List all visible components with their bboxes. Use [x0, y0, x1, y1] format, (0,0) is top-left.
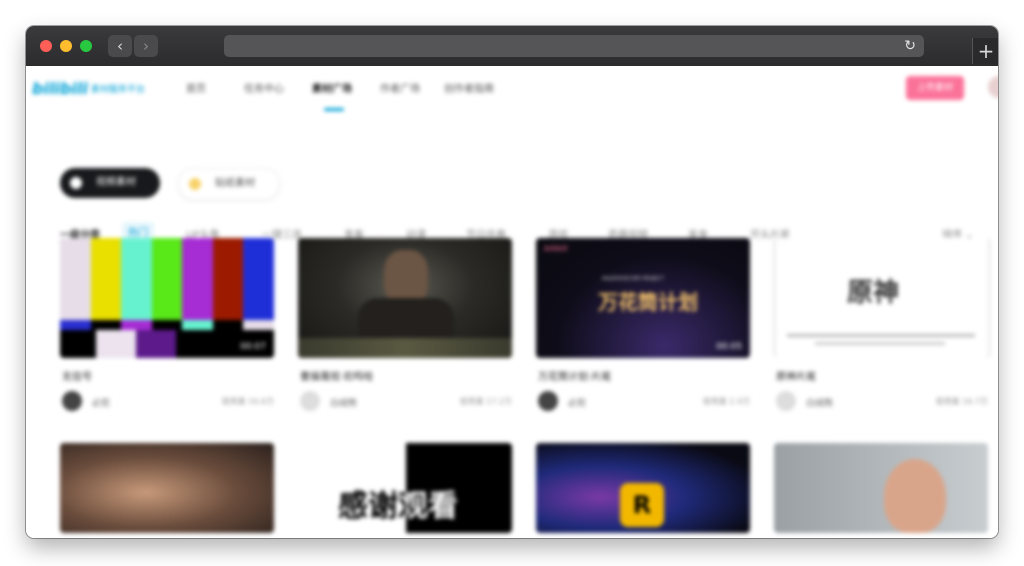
- card-title[interactable]: 曹操蔑视·欢鸣哈: [300, 368, 373, 383]
- card-usage: 使用量 2.4万: [702, 397, 750, 406]
- sticker-material-toggle[interactable]: 贴纸素材: [178, 168, 280, 200]
- card-author[interactable]: 白绒熊: [330, 396, 357, 409]
- card-usage: 使用量 17.2万: [459, 397, 512, 406]
- color-bars-mid: [60, 320, 274, 330]
- bilibili-watermark: bilibili: [544, 244, 568, 253]
- kaleidoscope-title: 万花筒计划: [598, 290, 698, 314]
- card-title[interactable]: 万花筒计划·片尾: [538, 368, 611, 383]
- blurred-content: bilibili 素材服务平台 首页 任务中心 素材广场 作者广场 创作者指南 …: [26, 66, 998, 538]
- card-usage: 使用量 16.7万: [935, 397, 988, 406]
- site-header: bilibili 素材服务平台 首页 任务中心 素材广场 作者广场 创作者指南 …: [26, 66, 998, 112]
- thanks-text: 感谢观看: [338, 489, 458, 524]
- card-author[interactable]: 必剪: [568, 396, 586, 409]
- active-nav-underline: [324, 108, 344, 111]
- close-window-button[interactable]: [40, 40, 52, 52]
- upload-button[interactable]: 上传素材: [906, 76, 964, 100]
- minimize-window-button[interactable]: [60, 40, 72, 52]
- bilibili-logo[interactable]: bilibili 素材服务平台: [32, 78, 145, 98]
- card-thumbnail[interactable]: 感谢观看: [298, 443, 512, 533]
- maximize-window-button[interactable]: [80, 40, 92, 52]
- genshin-logo: 原神: [847, 278, 900, 308]
- card-thumbnail[interactable]: [774, 443, 988, 533]
- color-bars-image: [60, 238, 274, 320]
- nav-home[interactable]: 首页: [186, 80, 206, 95]
- video-icon: [70, 177, 82, 189]
- nav-material-square[interactable]: 素材广场: [312, 80, 352, 95]
- nav-task-center[interactable]: 任务中心: [244, 80, 284, 95]
- browser-window: ‹ › ↻ + bilibili 素材服务平台 首页 任务中心 素材广场 作者广…: [26, 26, 998, 538]
- page-content: bilibili 素材服务平台 首页 任务中心 素材广场 作者广场 创作者指南 …: [26, 66, 998, 538]
- author-avatar[interactable]: [776, 391, 796, 411]
- back-button[interactable]: ‹: [108, 35, 132, 57]
- card-thumbnail[interactable]: bilibili KALEIDOSCOPE PROJECT 万花筒计划 00:0…: [536, 238, 750, 358]
- card-title[interactable]: 原神片尾: [776, 368, 816, 383]
- user-avatar[interactable]: [988, 76, 998, 98]
- card-author[interactable]: 必剪: [92, 396, 110, 409]
- card-title[interactable]: 无信号: [62, 368, 92, 383]
- card-thumbnail[interactable]: [60, 443, 274, 533]
- face-image: [884, 459, 946, 533]
- nav-creator-guide[interactable]: 创作者指南: [444, 80, 494, 95]
- logo-text: bilibili: [32, 78, 88, 98]
- video-toggle-label: 视频素材: [96, 177, 136, 188]
- bottom-strip: [298, 338, 512, 358]
- card-thumbnail[interactable]: 原神: [774, 238, 990, 358]
- sticker-icon: [189, 178, 201, 190]
- caption-line: [787, 334, 975, 337]
- nav-author-square[interactable]: 作者广场: [380, 80, 420, 95]
- card-usage: 使用量 16.6万: [221, 397, 274, 406]
- reload-icon[interactable]: ↻: [904, 35, 916, 57]
- figure-head: [384, 250, 428, 302]
- duration-badge: 00:07: [240, 342, 266, 352]
- video-material-toggle[interactable]: 视频素材: [60, 168, 160, 198]
- address-bar[interactable]: ↻: [224, 35, 924, 57]
- card-thumbnail[interactable]: R: [536, 443, 750, 533]
- browser-titlebar: ‹ › ↻ +: [26, 26, 998, 66]
- new-tab-button[interactable]: +: [972, 38, 998, 64]
- author-avatar[interactable]: [300, 391, 320, 411]
- caption-line: [815, 342, 945, 345]
- kaleidoscope-small-text: KALEIDOSCOPE PROJECT: [602, 276, 664, 282]
- card-thumbnail[interactable]: [298, 238, 512, 358]
- rockstar-logo: R: [620, 483, 664, 527]
- logo-subtitle: 素材服务平台: [90, 84, 145, 95]
- author-avatar[interactable]: [62, 391, 82, 411]
- duration-badge: 00:05: [716, 342, 742, 352]
- card-thumbnail[interactable]: 00:07: [60, 238, 274, 358]
- author-avatar[interactable]: [538, 391, 558, 411]
- sticker-toggle-label: 贴纸素材: [215, 178, 255, 189]
- card-author[interactable]: 白绒熊: [806, 396, 833, 409]
- forward-button[interactable]: ›: [134, 35, 158, 57]
